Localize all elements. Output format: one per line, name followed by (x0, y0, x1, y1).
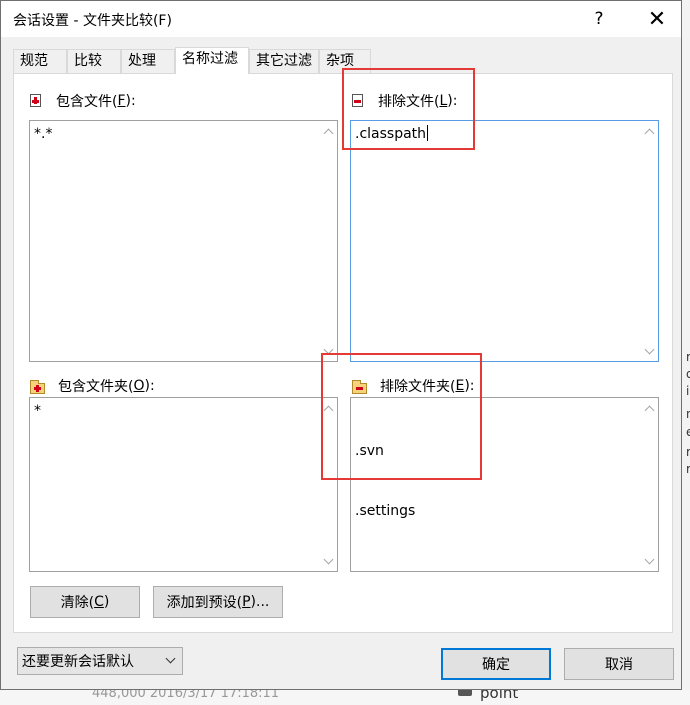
clear-button[interactable]: 清除(C) (30, 586, 140, 618)
scroll-down-button[interactable] (640, 342, 658, 360)
close-button[interactable]: ✕ (639, 3, 675, 35)
help-icon: ? (594, 9, 604, 29)
include-folders-input[interactable]: * (29, 397, 338, 572)
folder-include-icon (30, 379, 46, 394)
cancel-button[interactable]: 取消 (564, 648, 674, 680)
include-files-label: 包含文件(F): (30, 91, 136, 111)
window-title: 会话设置 - 文件夹比较(F) (13, 13, 172, 29)
ok-button[interactable]: 确定 (441, 648, 551, 680)
exclude-files-scrollbar[interactable] (640, 121, 658, 361)
help-button[interactable]: ? (581, 3, 617, 35)
file-exclude-icon (352, 94, 366, 108)
scroll-down-button[interactable] (319, 552, 337, 570)
chevron-down-icon (165, 653, 176, 664)
list-item: .svn (355, 443, 384, 459)
scroll-up-button[interactable] (319, 399, 337, 417)
scroll-up-button[interactable] (319, 122, 337, 140)
session-defaults-dropdown[interactable]: 还要更新会话默认 (17, 647, 183, 675)
background-char: i (686, 384, 690, 398)
close-icon: ✕ (647, 6, 667, 32)
include-files-input[interactable]: *.* (29, 120, 338, 362)
tab-spec[interactable]: 规范 (13, 49, 67, 73)
background-window-edge: r o i n e r r (682, 0, 690, 705)
chevron-up-icon (644, 405, 654, 415)
exclude-files-label: 排除文件(L): (352, 91, 457, 111)
scroll-up-button[interactable] (640, 399, 658, 417)
exclude-files-value: .classpath (355, 125, 429, 142)
tab-misc[interactable]: 杂项 (319, 49, 371, 73)
include-files-value: *.* (34, 126, 53, 142)
text-caret (427, 125, 429, 141)
chevron-up-icon (323, 128, 333, 138)
exclude-folders-input[interactable]: .svn .settings (350, 397, 659, 572)
scroll-up-button[interactable] (640, 122, 658, 140)
exclude-files-input[interactable]: .classpath (350, 120, 659, 362)
exclude-folders-label: 排除文件夹(E): (352, 376, 475, 396)
include-folders-scrollbar[interactable] (319, 398, 337, 571)
background-window-bottom: 448,000 2016/3/17 17:18:11 point (0, 684, 690, 705)
chevron-down-icon (644, 554, 654, 564)
title-bar: 会话设置 - 文件夹比较(F) ? ✕ (1, 1, 681, 37)
file-include-icon (30, 94, 44, 108)
session-settings-dialog: 会话设置 - 文件夹比较(F) ? ✕ 规范 比较 处理 名称过滤 其它过滤 杂… (0, 0, 682, 690)
chevron-up-icon (323, 405, 333, 415)
background-char: o (686, 367, 690, 381)
chevron-down-icon (323, 554, 333, 564)
include-folders-label: 包含文件夹(O): (30, 376, 155, 396)
scroll-down-button[interactable] (319, 342, 337, 360)
tab-name-filters[interactable]: 名称过滤 (175, 47, 249, 74)
exclude-folders-scrollbar[interactable] (640, 398, 658, 571)
tab-handling[interactable]: 处理 (121, 49, 175, 73)
exclude-folders-values: .svn .settings (355, 401, 636, 569)
chevron-down-icon (644, 344, 654, 354)
background-char: r (686, 445, 690, 459)
background-char: r (686, 462, 690, 476)
chevron-up-icon (644, 128, 654, 138)
tab-compare[interactable]: 比较 (67, 49, 121, 73)
background-char: n (686, 407, 690, 421)
chevron-down-icon (323, 344, 333, 354)
folder-exclude-icon (352, 379, 368, 394)
scroll-down-button[interactable] (640, 552, 658, 570)
include-folders-value: * (34, 403, 41, 419)
tab-other-filters[interactable]: 其它过滤 (249, 49, 319, 73)
session-defaults-selected: 还要更新会话默认 (22, 654, 134, 670)
add-to-presets-button[interactable]: 添加到预设(P)... (153, 586, 283, 618)
background-char: r (686, 350, 690, 364)
background-char: e (686, 425, 690, 439)
list-item: .settings (355, 503, 416, 519)
include-files-scrollbar[interactable] (319, 121, 337, 361)
